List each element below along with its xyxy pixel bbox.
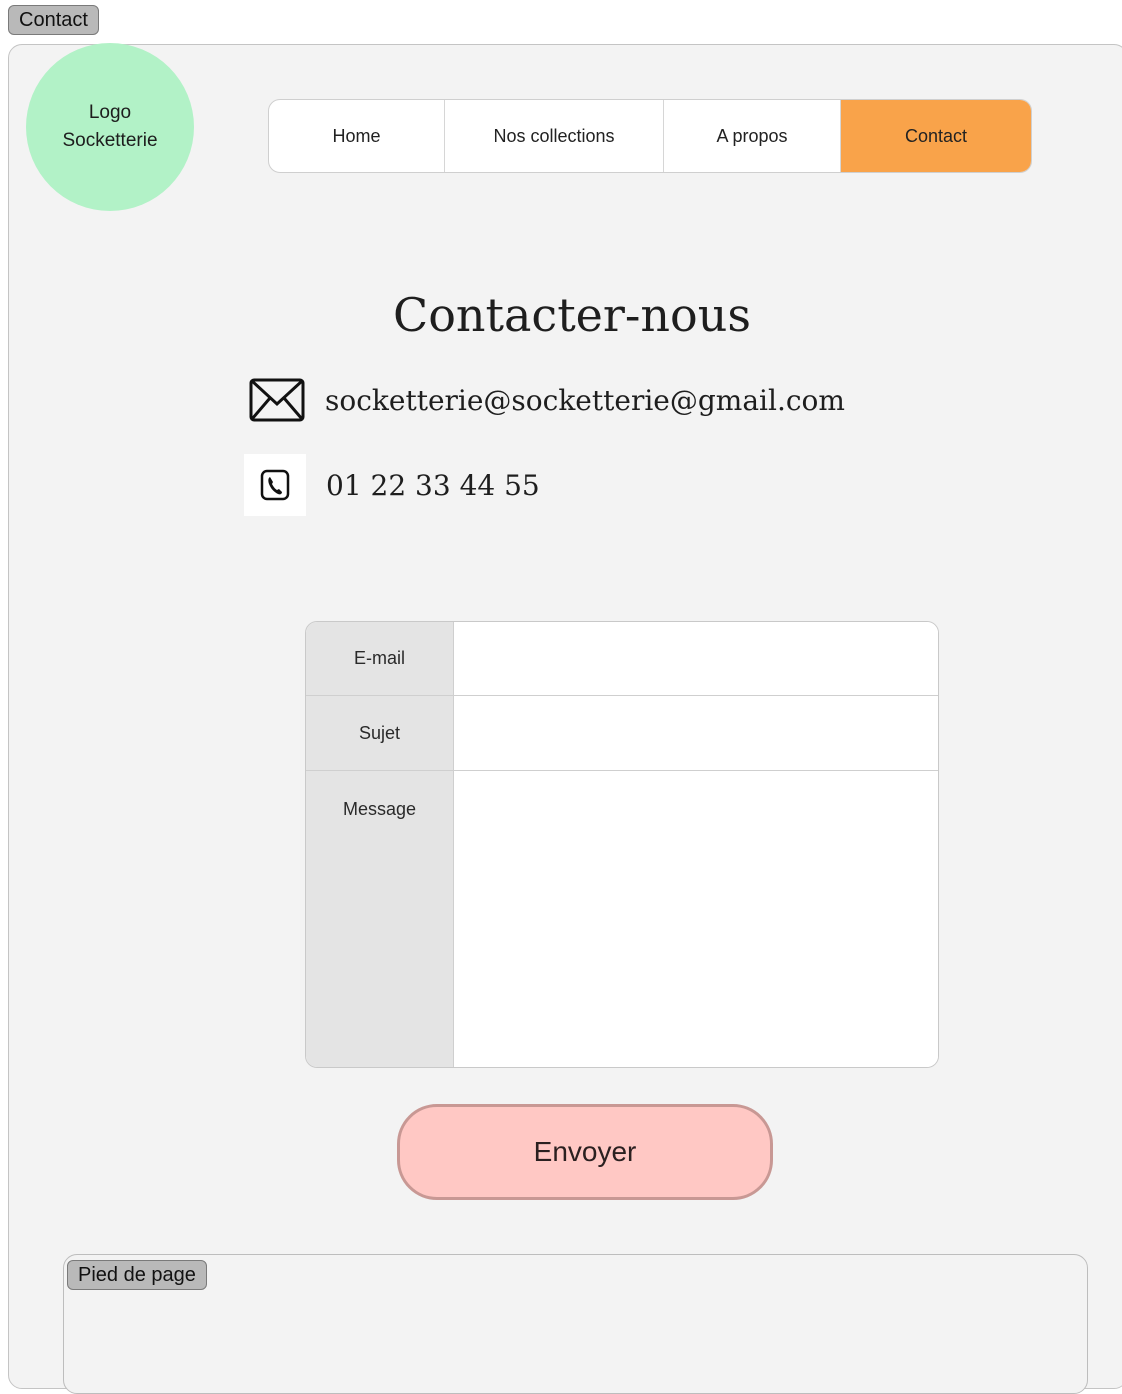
nav-item-about[interactable]: A propos bbox=[664, 100, 841, 172]
message-field[interactable] bbox=[454, 771, 938, 1067]
nav-item-contact[interactable]: Contact bbox=[841, 100, 1031, 172]
phone-icon-box bbox=[244, 454, 306, 516]
nav-item-collections[interactable]: Nos collections bbox=[445, 100, 664, 172]
email-field[interactable] bbox=[454, 622, 938, 695]
main-nav: Home Nos collections A propos Contact bbox=[268, 99, 1032, 173]
footer-tag: Pied de page bbox=[67, 1260, 207, 1290]
subject-label: Sujet bbox=[306, 696, 454, 770]
subject-row: Sujet bbox=[306, 696, 938, 771]
page-title: Contacter-nous bbox=[393, 288, 751, 342]
envelope-icon bbox=[249, 378, 305, 422]
email-label: E-mail bbox=[306, 622, 454, 695]
email-address[interactable]: socketterie@socketterie@gmail.com bbox=[325, 384, 845, 417]
message-row: Message bbox=[306, 771, 938, 1067]
email-line: socketterie@socketterie@gmail.com bbox=[249, 378, 845, 422]
subject-field[interactable] bbox=[454, 696, 938, 770]
phone-number[interactable]: 01 22 33 44 55 bbox=[326, 469, 540, 502]
email-row: E-mail bbox=[306, 622, 938, 696]
footer: Pied de page bbox=[63, 1254, 1088, 1394]
logo[interactable]: Logo Socketterie bbox=[26, 43, 194, 211]
phone-line: 01 22 33 44 55 bbox=[244, 454, 540, 516]
page-tag: Contact bbox=[8, 5, 99, 35]
nav-item-home[interactable]: Home bbox=[269, 100, 445, 172]
message-label: Message bbox=[306, 771, 454, 1067]
send-button[interactable]: Envoyer bbox=[397, 1104, 773, 1200]
contact-form: E-mail Sujet Message bbox=[305, 621, 939, 1068]
phone-icon bbox=[260, 469, 290, 501]
